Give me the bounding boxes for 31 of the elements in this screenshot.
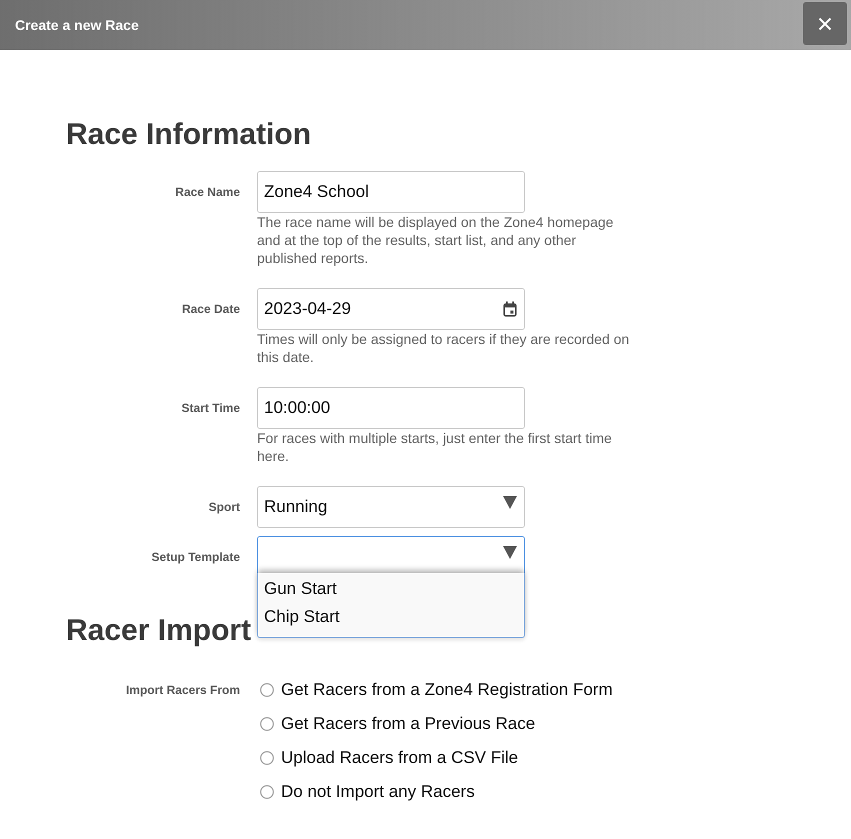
radio-option[interactable]: Upload Racers from a CSV File xyxy=(257,741,518,775)
radio-icon[interactable] xyxy=(260,785,274,799)
caret-icon xyxy=(503,546,517,559)
radio-icon[interactable] xyxy=(260,683,274,697)
calendar-icon[interactable] xyxy=(503,301,517,317)
help-text: For races with multiple starts, just enter the first start time here. xyxy=(257,429,613,465)
radio-option[interactable]: Get Racers from a Zone4 Registration Form xyxy=(257,673,613,707)
field-label: Setup Template xyxy=(152,549,240,566)
text-input[interactable]: Zone4 School xyxy=(257,171,525,213)
close-button[interactable] xyxy=(803,2,847,45)
radio-option[interactable]: Do not Import any Racers xyxy=(257,775,475,809)
section-heading: Racer Import xyxy=(66,613,252,649)
text-input[interactable]: 10:00:00 xyxy=(257,387,525,429)
dropdown-select[interactable]: Running xyxy=(257,486,525,528)
radio-icon[interactable] xyxy=(260,751,274,765)
field-label: Import Racers From xyxy=(126,682,240,699)
dialog-title: Create a new Race xyxy=(15,17,139,33)
help-text: Times will only be assigned to racers if they are recorded on this date. xyxy=(257,330,630,366)
field-label: Sport xyxy=(208,499,240,516)
field-label: Race Name xyxy=(175,184,240,201)
date-input[interactable]: 2023-04-29 xyxy=(257,288,525,330)
dropdown-option[interactable]: Chip Start xyxy=(258,603,524,631)
caret-icon xyxy=(503,496,517,509)
field-label: Race Date xyxy=(182,301,240,318)
close-icon xyxy=(818,16,832,30)
radio-icon[interactable] xyxy=(260,717,274,731)
help-text: The race name will be displayed on the Zone4 homepage and at the top of the results, start list, and any other published reports. xyxy=(257,213,614,267)
section-heading: Race Information xyxy=(66,117,312,153)
radio-option[interactable]: Get Racers from a Previous Race xyxy=(257,707,536,741)
field-label: Start Time xyxy=(182,400,240,417)
dropdown-option[interactable]: Gun Start xyxy=(258,575,524,603)
